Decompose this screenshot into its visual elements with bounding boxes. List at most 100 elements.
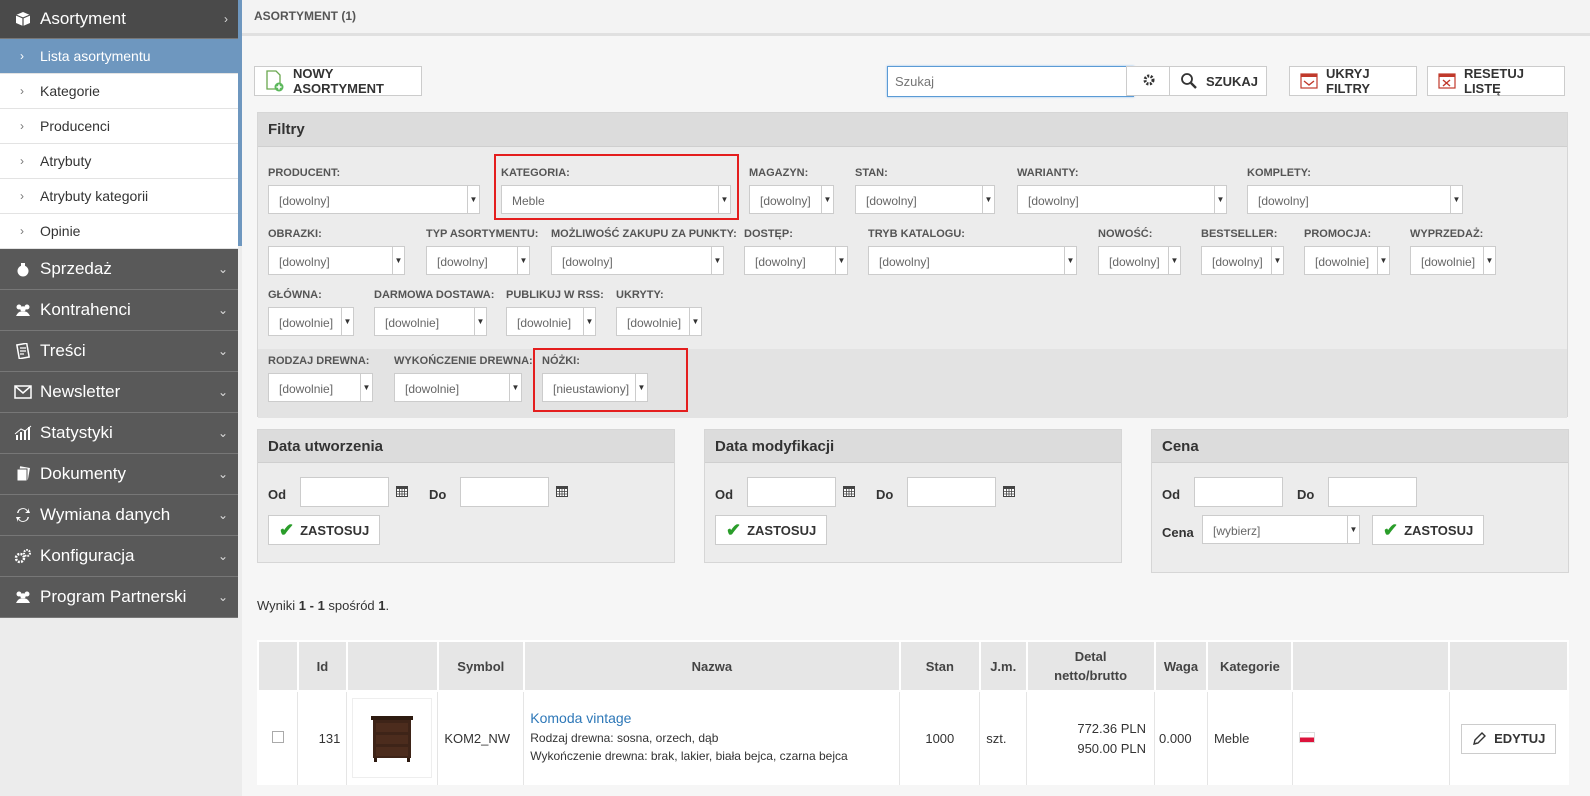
sidebar-section-label: Program Partnerski [40, 587, 187, 606]
select-value: [dowolny] [1258, 194, 1309, 208]
chevron-right-icon: › [20, 119, 24, 133]
poland-flag-icon [1298, 732, 1315, 743]
komplety-select[interactable]: [dowolny] ▼ [1247, 185, 1463, 214]
row-checkbox[interactable] [271, 731, 284, 743]
header-symbol[interactable]: Symbol [436, 640, 525, 692]
sidebar-item-opinie[interactable]: › Opinie [0, 214, 238, 249]
filter-nowosc: NOWOŚĆ: [dowolny] ▼ [1098, 228, 1181, 275]
select-value: [dowolny] [279, 255, 330, 269]
filter-stan: STAN: [dowolny] ▼ [855, 167, 995, 214]
calendar-icon[interactable] [395, 484, 409, 498]
hide-filters-button[interactable]: UKRYJ FILTRY [1289, 66, 1417, 96]
filters-title: Filtry [258, 113, 1567, 147]
price-apply-button[interactable]: ✔ ZASTOSUJ [1372, 515, 1485, 545]
date-created-apply-button[interactable]: ✔ ZASTOSUJ [268, 515, 381, 545]
sidebar-section-asortyment[interactable]: Asortyment › [0, 0, 238, 39]
date-modified-to-input[interactable] [907, 477, 996, 507]
header-kategorie: Kategorie [1206, 640, 1294, 692]
price-type-select[interactable]: [wybierz] ▼ [1202, 515, 1360, 544]
obrazki-select[interactable]: [dowolny] ▼ [268, 246, 405, 275]
new-item-button[interactable]: NOWY ASORTYMENT [254, 66, 422, 96]
sidebar-item-atrybuty[interactable]: › Atrybuty [0, 144, 238, 179]
bestseller-select[interactable]: [dowolny] ▼ [1201, 246, 1284, 275]
header-detal[interactable]: Detal netto/brutto [1025, 640, 1156, 692]
date-modified-from-input[interactable] [747, 477, 836, 507]
date-created-from-input[interactable] [300, 477, 389, 507]
calendar-icon[interactable] [555, 484, 569, 498]
edit-button[interactable]: EDYTUJ [1461, 723, 1557, 754]
select-value: [dowolny] [279, 194, 330, 208]
sidebar-item-kategorie[interactable]: › Kategorie [0, 74, 238, 109]
darmowa-dostawa-select[interactable]: [dowolnie] ▼ [374, 307, 487, 336]
search-input[interactable] [887, 66, 1134, 97]
header-stan[interactable]: Stan [898, 640, 981, 692]
wykonczenie-drewna-select[interactable]: [dowolnie] ▼ [394, 373, 522, 402]
magazyn-select[interactable]: [dowolny] ▼ [749, 185, 834, 214]
sidebar-item-atrybuty-kategorii[interactable]: › Atrybuty kategorii [0, 179, 238, 214]
calendar-icon[interactable] [1002, 484, 1016, 498]
glowna-select[interactable]: [dowolnie] ▼ [268, 307, 354, 336]
header-image [345, 640, 439, 692]
stan-select[interactable]: [dowolny] ▼ [855, 185, 995, 214]
date-modified-apply-button[interactable]: ✔ ZASTOSUJ [715, 515, 828, 545]
filter-label: WARIANTY: [1017, 167, 1079, 179]
hide-filters-label: UKRYJ FILTRY [1326, 66, 1371, 96]
sidebar-section-dokumenty[interactable]: Dokumenty ⌄ [0, 454, 238, 495]
wyprzedaz-select[interactable]: [dowolnie] ▼ [1410, 246, 1496, 275]
product-thumbnail[interactable] [352, 697, 433, 778]
header-waga[interactable]: Waga [1153, 640, 1209, 692]
filter-promocja: PROMOCJA: [dowolnie] ▼ [1304, 228, 1390, 275]
tryb-katalogu-select[interactable]: [dowolny] ▼ [868, 246, 1077, 275]
row-price-cell: 772.36 PLN 950.00 PLN [1026, 691, 1156, 785]
sidebar-section-program-partnerski[interactable]: Program Partnerski ⌄ [0, 577, 238, 618]
dostep-select[interactable]: [dowolny] ▼ [744, 246, 848, 275]
nowosc-select[interactable]: [dowolny] ▼ [1098, 246, 1181, 275]
bar-chart-icon [14, 424, 32, 442]
header-name[interactable]: Nazwa [522, 640, 901, 692]
filter-label: PUBLIKUJ W RSS: [506, 289, 604, 301]
sidebar-section-konfiguracja[interactable]: Konfiguracja ⌄ [0, 536, 238, 577]
users-icon [14, 301, 32, 319]
reset-list-button[interactable]: RESETUJ LISTĘ [1427, 66, 1565, 96]
box-icon [14, 10, 32, 28]
typ-asortymentu-select[interactable]: [dowolny] ▼ [426, 246, 530, 275]
rodzaj-drewna-select[interactable]: [dowolnie] ▼ [268, 373, 373, 402]
filter-label: PROMOCJA: [1304, 228, 1372, 240]
price-from-input[interactable] [1194, 477, 1283, 507]
caret-down-icon: ▼ [1483, 247, 1495, 274]
price-type-label: Cena [1162, 525, 1194, 540]
zakup-za-punkty-select[interactable]: [dowolny] ▼ [551, 246, 724, 275]
calendar-icon[interactable] [842, 484, 856, 498]
filter-window-icon [1300, 73, 1318, 89]
sidebar-section-sprzedaz[interactable]: Sprzedaż ⌄ [0, 249, 238, 290]
filter-tryb-katalogu: TRYB KATALOGU: [dowolny] ▼ [868, 228, 1077, 275]
sidebar-item-producenci[interactable]: › Producenci [0, 109, 238, 144]
results-total: 1 [378, 598, 386, 613]
product-name-link[interactable]: Komoda vintage [530, 710, 899, 726]
search-button[interactable]: SZUKAJ [1169, 66, 1267, 96]
select-value: [dowolny] [1212, 255, 1263, 269]
producent-select[interactable]: [dowolny] ▼ [268, 185, 480, 214]
sidebar-section-statystyki[interactable]: Statystyki ⌄ [0, 413, 238, 454]
documents-icon [14, 465, 32, 483]
ukryty-select[interactable]: [dowolnie] ▼ [616, 307, 702, 336]
table-header-row: Id Symbol Nazwa Stan J.m. Detal netto/bru… [257, 640, 1569, 692]
select-value: [dowolny] [755, 255, 806, 269]
magnifier-icon [1180, 72, 1198, 90]
sidebar-section-tresci[interactable]: Treści ⌄ [0, 331, 238, 372]
price-to-input[interactable] [1328, 477, 1417, 507]
sidebar-section-kontrahenci[interactable]: Kontrahenci ⌄ [0, 290, 238, 331]
filter-label: PRODUCENT: [268, 167, 341, 179]
sidebar-item-lista-asortymentu[interactable]: › Lista asortymentu [0, 39, 238, 74]
caret-down-icon: ▼ [474, 308, 486, 335]
sidebar-section-newsletter[interactable]: Newsletter ⌄ [0, 372, 238, 413]
publikuj-rss-select[interactable]: [dowolnie] ▼ [506, 307, 596, 336]
header-id[interactable]: Id [296, 640, 348, 692]
sidebar-section-wymiana-danych[interactable]: Wymiana danych ⌄ [0, 495, 238, 536]
row-language-cell [1292, 691, 1450, 785]
date-created-to-input[interactable] [460, 477, 549, 507]
promocja-select[interactable]: [dowolnie] ▼ [1304, 246, 1390, 275]
select-value: [dowolnie] [279, 382, 334, 396]
warianty-select[interactable]: [dowolny] ▼ [1017, 185, 1227, 214]
search-settings-button[interactable] [1126, 66, 1171, 96]
